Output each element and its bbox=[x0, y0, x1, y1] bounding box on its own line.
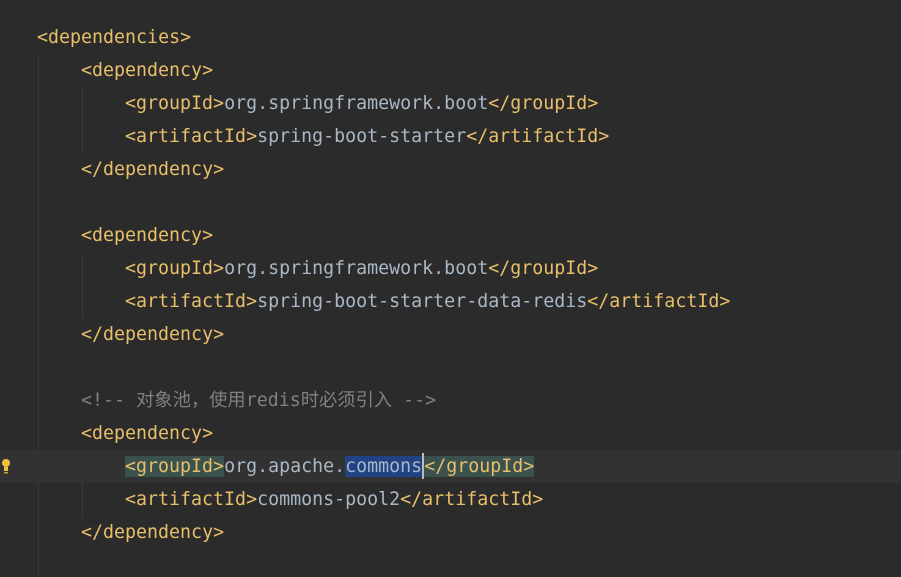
xml-open-tag: <artifactId> bbox=[125, 126, 258, 147]
xml-open-tag: <dependency> bbox=[81, 225, 214, 246]
code-line[interactable]: <artifactId>commons-pool2</artifactId> bbox=[0, 483, 901, 516]
xml-close-tag: </dependency> bbox=[81, 324, 225, 345]
xml-open-tag-highlighted: <groupId> bbox=[125, 456, 225, 477]
xml-close-tag: </artifactId> bbox=[400, 489, 544, 510]
xml-text-value: commons-pool2 bbox=[257, 489, 401, 510]
code-line[interactable]: </dependency> bbox=[0, 318, 901, 351]
code-line[interactable]: <groupId>org.springframework.boot</group… bbox=[0, 87, 901, 120]
xml-text-value: spring-boot-starter bbox=[257, 126, 467, 147]
xml-open-tag: <artifactId> bbox=[125, 291, 258, 312]
lightbulb-icon[interactable] bbox=[1, 457, 11, 477]
code-line[interactable]: </dependency> bbox=[0, 153, 901, 186]
code-line[interactable]: <dependency> bbox=[0, 219, 901, 252]
code-line[interactable]: <artifactId>spring-boot-starter-data-red… bbox=[0, 285, 901, 318]
xml-text-value: org.springframework.boot bbox=[224, 258, 489, 279]
code-line[interactable]: <groupId>org.springframework.boot</group… bbox=[0, 252, 901, 285]
xml-text-value: org.apache. bbox=[224, 456, 346, 477]
xml-close-tag: </dependency> bbox=[81, 159, 225, 180]
current-code-line[interactable]: <groupId>org.apache.commons </groupId> bbox=[0, 450, 901, 483]
xml-close-tag-highlighted: </groupId> bbox=[424, 456, 535, 477]
xml-open-tag: <dependency> bbox=[81, 423, 214, 444]
code-line[interactable]: <dependency> bbox=[0, 54, 901, 87]
code-line[interactable] bbox=[0, 186, 901, 219]
code-line[interactable] bbox=[0, 351, 901, 384]
xml-comment: <!-- 对象池，使用redis时必须引入 --> bbox=[81, 390, 437, 411]
xml-open-tag: <dependency> bbox=[81, 60, 214, 81]
code-line[interactable]: <dependency> bbox=[0, 417, 901, 450]
code-editor[interactable]: <dependencies> <dependency> <groupId>org… bbox=[0, 0, 901, 577]
xml-close-tag: </groupId> bbox=[488, 258, 599, 279]
xml-close-tag: </groupId> bbox=[488, 93, 599, 114]
xml-text-value: spring-boot-starter-data-redis bbox=[257, 291, 588, 312]
selected-text[interactable]: commons bbox=[345, 456, 423, 477]
xml-open-tag: <artifactId> bbox=[125, 489, 258, 510]
xml-close-tag: </artifactId> bbox=[587, 291, 731, 312]
xml-open-tag: <groupId> bbox=[125, 93, 225, 114]
code-line[interactable]: </dependency> bbox=[0, 516, 901, 549]
code-line[interactable]: <artifactId>spring-boot-starter</artifac… bbox=[0, 120, 901, 153]
xml-open-tag: <groupId> bbox=[125, 258, 225, 279]
xml-open-tag: <dependencies> bbox=[37, 27, 192, 48]
xml-close-tag: </artifactId> bbox=[466, 126, 610, 147]
code-line[interactable]: <dependencies> bbox=[0, 21, 901, 54]
xml-close-tag: </dependency> bbox=[81, 522, 225, 543]
code-line[interactable]: <!-- 对象池，使用redis时必须引入 --> bbox=[0, 384, 901, 417]
xml-text-value: org.springframework.boot bbox=[224, 93, 489, 114]
